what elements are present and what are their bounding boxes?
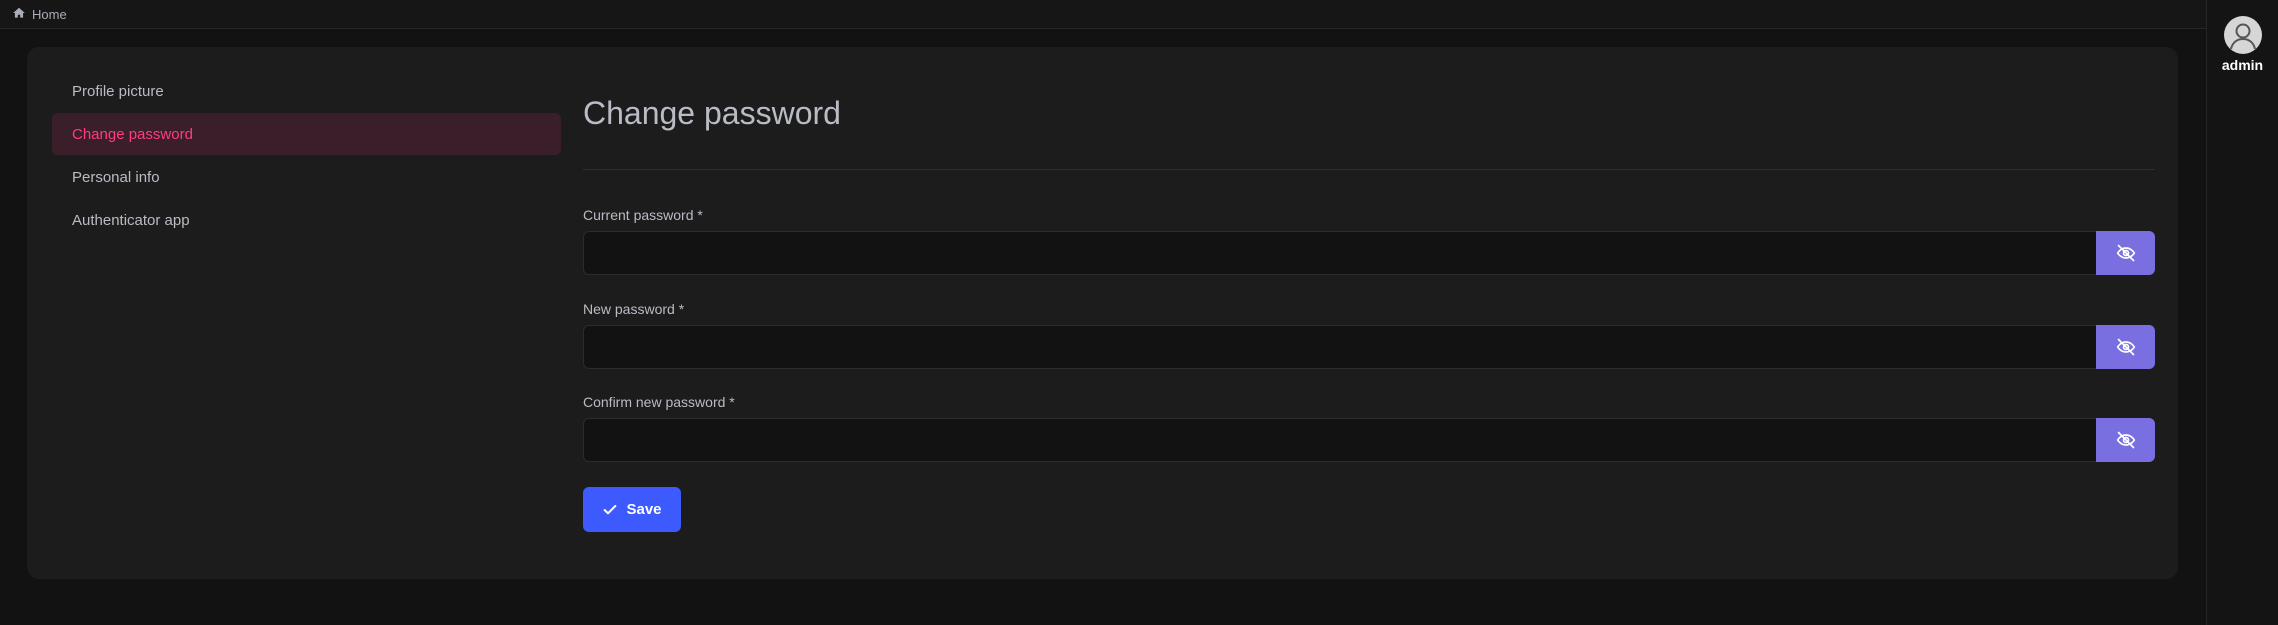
- check-icon: [604, 504, 617, 514]
- toggle-confirm-password-button[interactable]: [2096, 418, 2155, 462]
- eye-slash-icon: [2116, 431, 2135, 449]
- toggle-current-password-button[interactable]: [2096, 231, 2155, 275]
- current-password-group: [583, 231, 2155, 275]
- settings-sidebar: Profile picture Change password Personal…: [52, 70, 561, 242]
- home-icon: [12, 6, 26, 23]
- eye-slash-icon: [2116, 338, 2135, 356]
- user-avatar-icon: [2229, 23, 2256, 50]
- save-button-label: Save: [626, 501, 662, 518]
- current-password-input[interactable]: [583, 231, 2096, 275]
- new-password-group: [583, 325, 2155, 369]
- sidebar-item-profile-picture[interactable]: Profile picture: [52, 70, 561, 112]
- settings-card: Profile picture Change password Personal…: [27, 47, 2178, 579]
- current-password-label: Current password *: [583, 207, 703, 223]
- eye-slash-icon: [2116, 244, 2135, 262]
- confirm-password-label: Confirm new password *: [583, 394, 735, 410]
- sidebar-item-personal-info[interactable]: Personal info: [52, 156, 561, 198]
- avatar[interactable]: [2223, 16, 2262, 54]
- right-rail: admin: [2206, 0, 2278, 625]
- top-bar: Home: [0, 0, 2206, 29]
- page-title: Change password: [583, 95, 841, 131]
- sidebar-item-change-password[interactable]: Change password: [52, 113, 561, 155]
- confirm-password-group: [583, 418, 2155, 462]
- breadcrumb-home-label: Home: [32, 6, 67, 22]
- new-password-input[interactable]: [583, 325, 2096, 369]
- confirm-password-input[interactable]: [583, 418, 2096, 462]
- toggle-new-password-button[interactable]: [2096, 325, 2155, 369]
- divider: [583, 169, 2155, 170]
- username: admin: [2221, 57, 2264, 73]
- save-button[interactable]: Save: [583, 487, 681, 532]
- sidebar-item-authenticator-app[interactable]: Authenticator app: [52, 199, 561, 241]
- breadcrumb-home[interactable]: Home: [12, 6, 67, 23]
- new-password-label: New password *: [583, 301, 685, 317]
